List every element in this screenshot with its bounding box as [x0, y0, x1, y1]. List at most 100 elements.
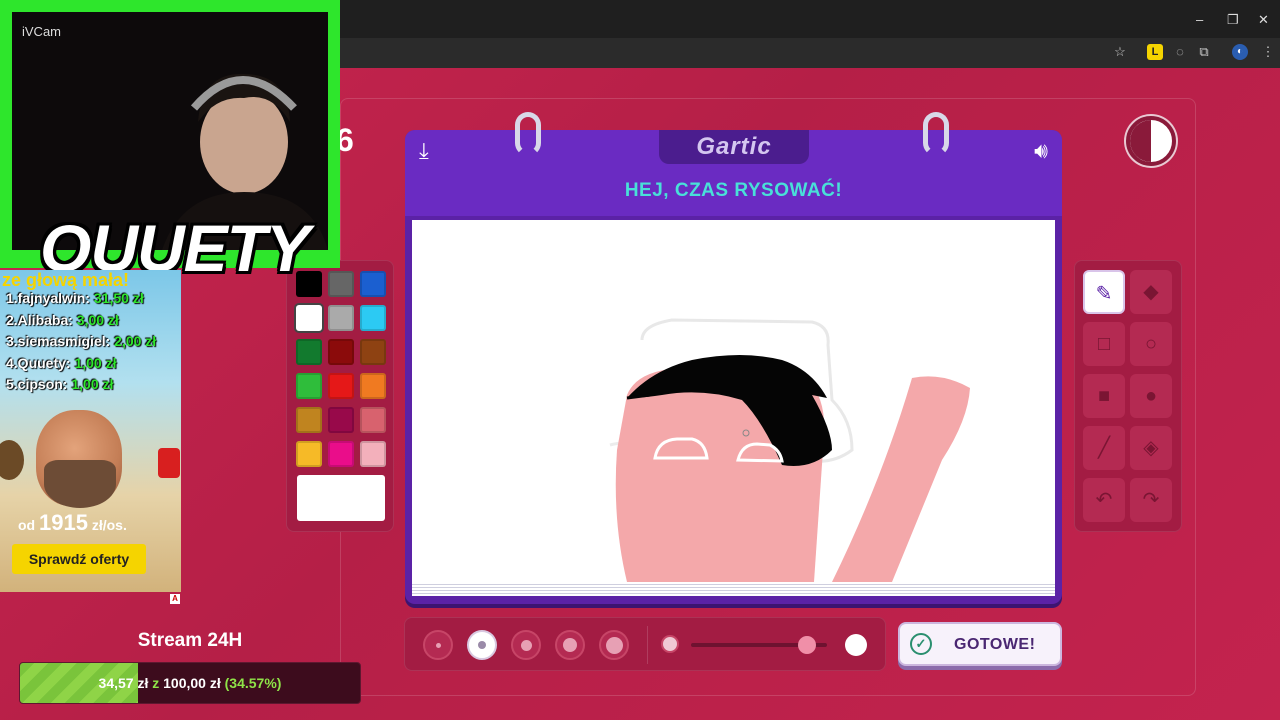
volume-icon[interactable]: 🔊︎	[1034, 138, 1048, 164]
maximize-button[interactable]: ❐	[1227, 12, 1239, 28]
rectangle-filled-tool-icon[interactable]: ■	[1083, 374, 1125, 418]
brush-size-button[interactable]	[423, 630, 453, 660]
turn-timer	[1126, 116, 1176, 166]
color-swatch[interactable]	[360, 339, 386, 365]
color-palette	[286, 260, 394, 532]
undo-tool-icon[interactable]: ↶	[1083, 478, 1125, 522]
brush-size-dot	[478, 641, 486, 649]
drawing-canvas[interactable]	[412, 220, 1055, 582]
donor-amount: 31,50 zł	[93, 290, 144, 306]
donor-amount: 2,00 zł	[114, 333, 157, 349]
donor-name: 4.Quuety:	[6, 354, 75, 371]
color-swatch[interactable]	[360, 271, 386, 297]
ad-badge[interactable]: A	[170, 594, 180, 604]
ad-person-beard	[44, 460, 116, 508]
extensions-puzzle-icon[interactable]: ⧉	[1196, 44, 1212, 60]
ad-price: od 1915 zł/os.	[18, 510, 127, 536]
donor-row: 3.siemasmigiel: 2,00 zł	[6, 333, 156, 355]
opacity-min-icon[interactable]	[661, 635, 679, 653]
color-swatch[interactable]	[328, 407, 354, 433]
timer-elapsed	[1130, 120, 1151, 162]
brush-size-button[interactable]	[599, 630, 629, 660]
webcam-overlay: iVCam QUUETY	[0, 0, 340, 285]
color-swatch[interactable]	[296, 373, 322, 399]
ad-cta-button[interactable]: Sprawdź oferty	[12, 544, 146, 574]
done-button-label: GOTOWE!	[954, 636, 1036, 653]
profile-avatar-icon[interactable]: ◐	[1232, 44, 1248, 60]
rectangle-outline-tool-icon[interactable]: □	[1083, 322, 1125, 366]
color-swatch[interactable]	[296, 441, 322, 467]
donor-row: 2.Alibaba: 3,00 zł	[6, 312, 156, 334]
donor-name: 5.cipson:	[6, 376, 72, 392]
brush-size-dot	[520, 639, 532, 651]
color-swatch[interactable]	[328, 339, 354, 365]
canvas-page-edge	[412, 582, 1055, 596]
download-icon[interactable]: ⤓	[419, 138, 429, 164]
brush-size-button[interactable]	[555, 630, 585, 660]
redo-tool-icon[interactable]: ↷	[1130, 478, 1172, 522]
color-swatch[interactable]	[360, 441, 386, 467]
tools-panel: ✎ ◆ □ ○ ■ ● ╱ ◈ ↶ ↷	[1074, 260, 1182, 532]
ad-tagline: ze głową mała!	[2, 270, 130, 290]
donor-row: 4.Quuety: 1,00 zł	[6, 355, 156, 377]
advertisement[interactable]: ze głową mała! 1.fajnyalwin: 31,50 zł 2.A…	[0, 270, 181, 592]
donor-amount: 3,00 zł	[76, 311, 119, 328]
divider	[647, 626, 648, 664]
brush-size-dot	[605, 636, 623, 654]
color-swatch[interactable]	[328, 441, 354, 467]
color-swatch[interactable]	[328, 373, 354, 399]
binder-ring	[923, 112, 949, 156]
color-swatch[interactable]	[328, 305, 354, 331]
line-tool-icon[interactable]: ╱	[1083, 426, 1125, 470]
donor-name: 2.Alibaba:	[6, 311, 77, 328]
color-swatch[interactable]	[296, 407, 322, 433]
ad-bucket	[158, 448, 180, 478]
close-button[interactable]: ✕	[1258, 12, 1269, 28]
color-swatch[interactable]	[296, 305, 322, 331]
donor-row: 1.fajnyalwin: 31,50 zł	[6, 290, 156, 312]
brush-size-button[interactable]	[511, 630, 541, 660]
color-swatch[interactable]	[360, 373, 386, 399]
fill-bucket-tool-icon[interactable]: ◈	[1130, 426, 1172, 470]
bookmark-star-icon[interactable]: ☆	[1112, 44, 1128, 60]
done-button[interactable]: ✓ GOTOWE!	[898, 622, 1062, 666]
goal-percent: (34.57%)	[224, 675, 282, 691]
opacity-slider-thumb[interactable]	[797, 636, 816, 654]
more-menu-icon[interactable]: ⋮	[1260, 44, 1276, 60]
goal-target: 100,00 zł	[163, 675, 221, 691]
binder-ring	[515, 112, 541, 156]
brush-size-dot	[563, 638, 577, 652]
color-swatch[interactable]	[296, 339, 322, 365]
check-icon: ✓	[910, 633, 932, 655]
donor-row: 5.cipson: 1,00 zł	[6, 376, 156, 398]
drawing-svg	[609, 318, 970, 582]
extension-icon[interactable]: ◌	[1172, 44, 1188, 60]
donor-name: 1.fajnyalwin:	[6, 290, 94, 306]
top-donors-list: 1.fajnyalwin: 31,50 zł 2.Alibaba: 3,00 zł…	[6, 290, 156, 398]
goal-progress-bar: 34,57 zł z 100,00 zł (34.57%)	[19, 662, 361, 704]
donor-amount: 1,00 zł	[74, 354, 117, 371]
goal-progress-text: 34,57 zł z 100,00 zł (34.57%)	[20, 675, 360, 691]
donor-name: 3.siemasmigiel:	[6, 333, 115, 349]
minimize-button[interactable]: –	[1196, 12, 1203, 27]
ellipse-outline-tool-icon[interactable]: ○	[1130, 322, 1172, 366]
pencil-tool-icon[interactable]: ✎	[1083, 270, 1125, 314]
ad-coconut	[0, 440, 24, 480]
brush-controls	[404, 617, 886, 671]
opacity-max-icon[interactable]	[845, 634, 867, 656]
color-swatch[interactable]	[328, 271, 354, 297]
brush-size-dot	[435, 642, 441, 648]
brush-size-button[interactable]	[467, 630, 497, 660]
ad-price-suffix: zł/os.	[91, 517, 127, 533]
goal-separator: z	[152, 675, 160, 691]
ellipse-filled-tool-icon[interactable]: ●	[1130, 374, 1172, 418]
goal-current: 34,57 zł	[98, 675, 149, 691]
color-swatch[interactable]	[360, 305, 386, 331]
donor-amount: 1,00 zł	[71, 376, 114, 392]
eraser-tool-icon[interactable]: ◆	[1130, 270, 1172, 314]
pink-arm-shape	[832, 376, 970, 582]
color-swatch[interactable]	[360, 407, 386, 433]
extension-icon[interactable]: L	[1147, 44, 1163, 60]
gartic-logo: Gartic	[659, 130, 809, 164]
goal-title: Stream 24H	[137, 630, 243, 651]
